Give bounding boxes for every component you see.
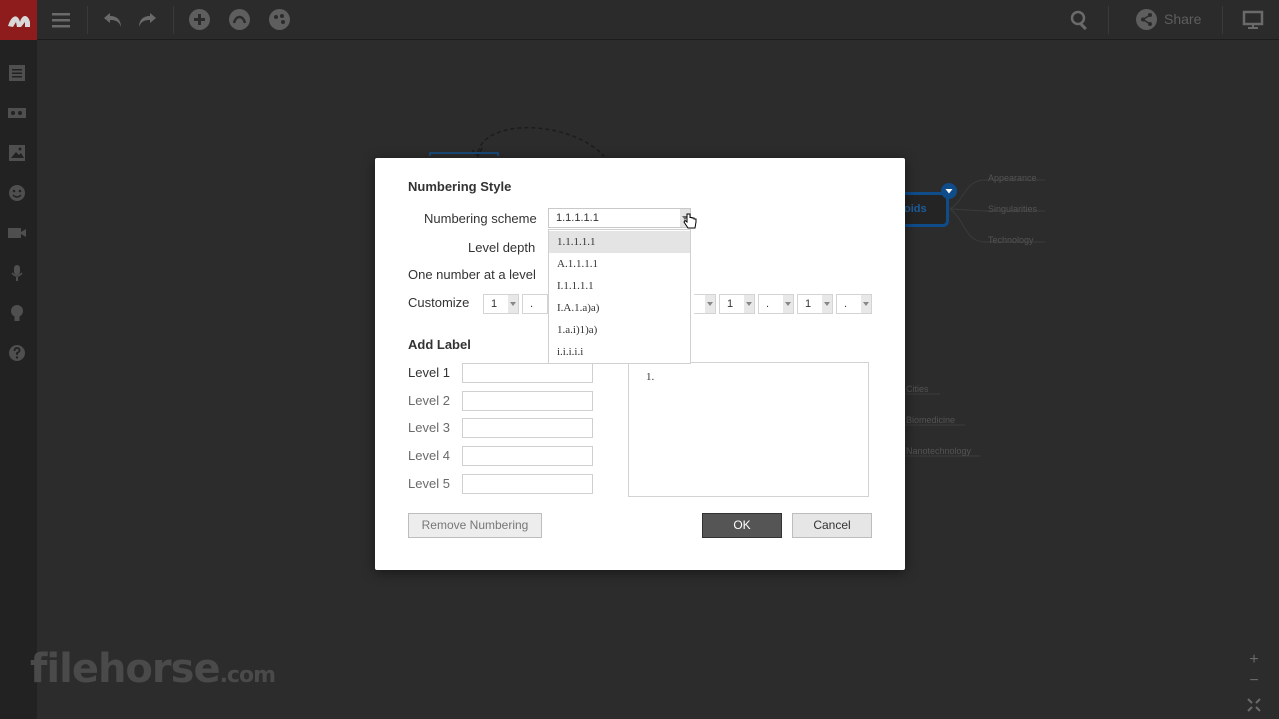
dropdown-option[interactable]: i.i.i.i.i — [549, 341, 690, 363]
customize-field[interactable]: . — [836, 294, 872, 314]
level-1-label: Level 1 — [408, 365, 450, 380]
customize-label: Customize — [408, 295, 470, 310]
level-3-label: Level 3 — [408, 420, 450, 435]
ok-button[interactable]: OK — [702, 513, 782, 538]
one-number-label: One number at a level — [408, 267, 536, 282]
customize-field[interactable]: 1 — [719, 294, 755, 314]
central-topic-label: oids — [904, 203, 927, 215]
level-5-input[interactable] — [462, 474, 593, 494]
branch-topic[interactable]: Cities — [906, 384, 929, 394]
numbering-scheme-label: Numbering scheme — [424, 211, 537, 226]
chevron-down-icon[interactable] — [822, 295, 832, 313]
branch-topic[interactable]: Biomedicine — [906, 415, 955, 425]
dropdown-option[interactable]: 1.a.i)1)a) — [549, 319, 690, 341]
watermark-suffix: .com — [219, 663, 276, 688]
numbering-preview — [628, 362, 869, 497]
chevron-down-icon[interactable] — [861, 295, 871, 313]
remove-numbering-button[interactable]: Remove Numbering — [408, 513, 542, 538]
branch-topic[interactable]: Technology — [988, 235, 1034, 245]
collapse-toggle[interactable] — [941, 183, 957, 199]
level-3-input[interactable] — [462, 418, 593, 438]
numbering-scheme-dropdown: 1.1.1.1.1 A.1.1.1.1 I.1.1.1.1 I.A.1.a)a)… — [548, 229, 691, 364]
chevron-down-icon[interactable] — [705, 295, 715, 313]
watermark-main: filehorse — [30, 646, 221, 692]
customize-field[interactable] — [694, 294, 716, 314]
chevron-down-icon[interactable] — [783, 295, 793, 313]
branch-topic[interactable]: Appearance — [988, 173, 1037, 183]
level-1-input[interactable] — [462, 363, 593, 383]
level-4-input[interactable] — [462, 446, 593, 466]
customize-field[interactable]: . — [758, 294, 794, 314]
level-4-label: Level 4 — [408, 448, 450, 463]
customize-field[interactable]: 1 — [483, 294, 519, 314]
numbering-scheme-value: 1.1.1.1.1 — [556, 212, 599, 224]
level-2-label: Level 2 — [408, 393, 450, 408]
cancel-button[interactable]: Cancel — [792, 513, 872, 538]
level-2-input[interactable] — [462, 391, 593, 411]
chevron-down-icon[interactable] — [508, 295, 518, 313]
zoom-out-icon[interactable]: − — [1246, 673, 1262, 689]
fit-screen-icon[interactable] — [1246, 697, 1262, 713]
level-5-label: Level 5 — [408, 476, 450, 491]
branch-topic[interactable]: Singularities — [988, 204, 1037, 214]
zoom-in-icon[interactable]: + — [1246, 652, 1262, 668]
numbering-style-heading: Numbering Style — [408, 179, 512, 194]
watermark: filehorse.com — [30, 646, 276, 692]
branch-topic[interactable]: Nanotechnology — [906, 446, 971, 456]
dropdown-option[interactable]: I.A.1.a)a) — [549, 297, 690, 319]
dropdown-option[interactable]: 1.1.1.1.1 — [549, 231, 690, 253]
level-depth-label: Level depth — [468, 240, 536, 255]
chevron-down-icon[interactable] — [744, 295, 754, 313]
dropdown-option[interactable]: A.1.1.1.1 — [549, 253, 690, 275]
customize-field[interactable]: 1 — [797, 294, 833, 314]
dropdown-option[interactable]: I.1.1.1.1 — [549, 275, 690, 297]
numbering-scheme-select[interactable]: 1.1.1.1.1 — [548, 208, 691, 228]
add-label-heading: Add Label — [408, 337, 471, 352]
preview-text: 1. — [646, 371, 655, 383]
hand-cursor-icon — [683, 212, 697, 230]
customize-field[interactable]: . — [522, 294, 548, 314]
